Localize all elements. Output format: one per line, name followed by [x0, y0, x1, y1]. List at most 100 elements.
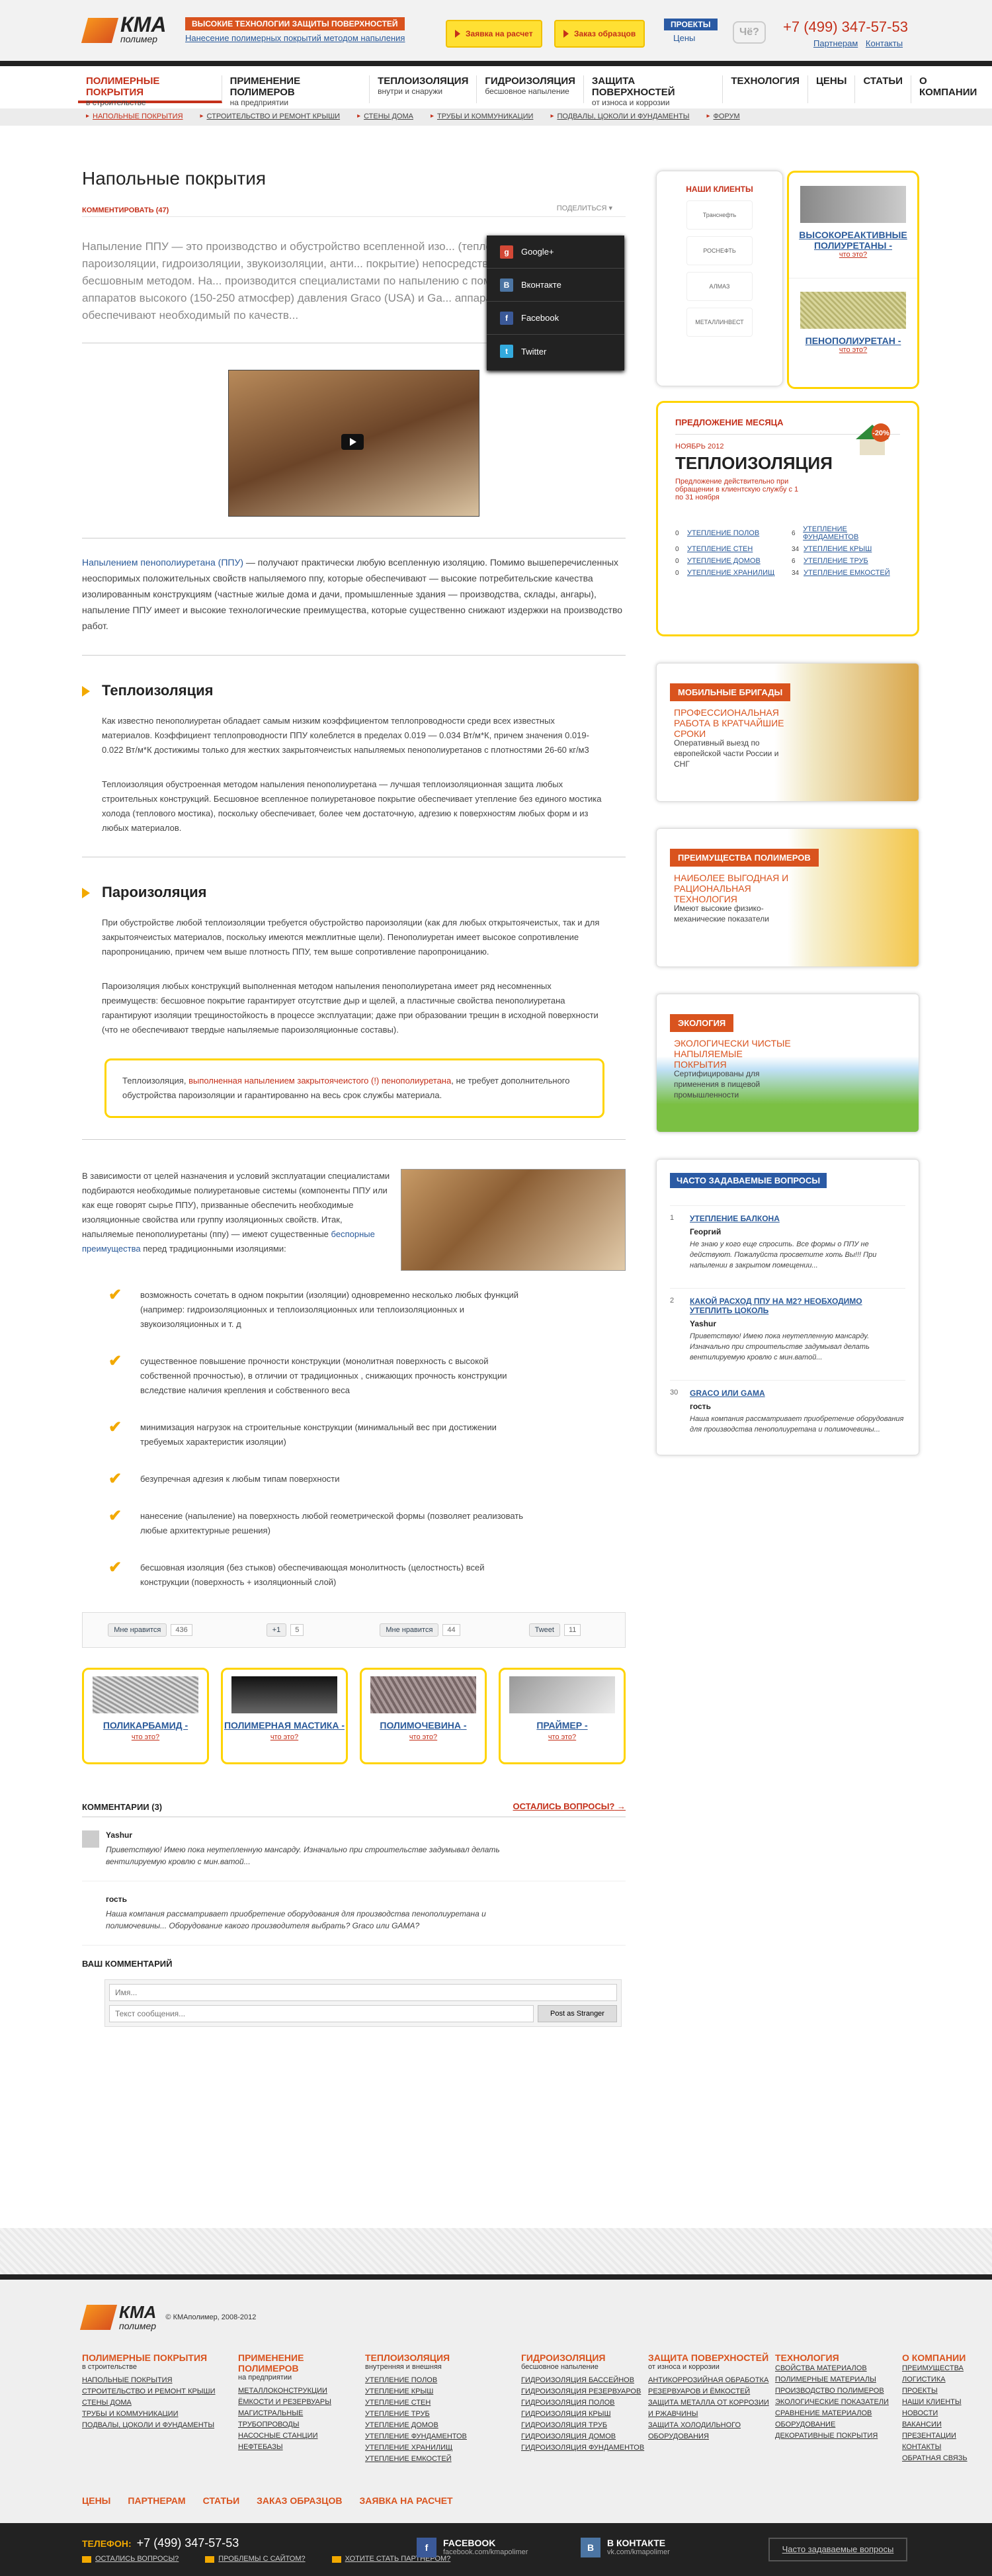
product-promo[interactable]: ВЫСОКОРЕАКТИВНЫЕ ПОЛИУРЕТАНЫ - что это? — [789, 173, 917, 279]
footer-link[interactable]: ПРОЕКТЫ — [902, 2385, 992, 2397]
offer-item[interactable]: 34 УТЕПЛЕНИЕ ЕМКОСТЕЙ — [792, 569, 900, 577]
offer-item-link[interactable]: УТЕПЛЕНИЕ ХРАНИЛИЩ — [687, 569, 774, 577]
product-name[interactable]: ПОЛИМОЧЕВИНА - — [362, 1720, 485, 1731]
what-is-it-link[interactable]: что это? — [84, 1733, 207, 1741]
product-card[interactable]: ПОЛИКАРБАМИД - что это? — [82, 1668, 209, 1764]
footer-main-link[interactable]: ЦЕНЫ — [82, 2495, 110, 2506]
product-name[interactable]: ПЕНОПОЛИУРЕТАН - — [789, 335, 917, 346]
social-button-label[interactable]: Мне нравится — [108, 1623, 167, 1637]
nav-item[interactable]: ЗАЩИТА ПОВЕРХНОСТЕЙ от износа и коррозии — [584, 75, 723, 107]
nav-item[interactable]: ГИДРОИЗОЛЯЦИЯ бесшовное напыление — [477, 75, 584, 103]
nav-item[interactable]: О КОМПАНИИ — [911, 75, 992, 103]
subnav-item[interactable]: СТРОИТЕЛЬСТВО И РЕМОНТ КРЫШИ — [200, 112, 341, 120]
footer-link[interactable]: ГИДРОИЗОЛЯЦИЯ ТРУБ — [521, 2420, 648, 2431]
footer-link[interactable]: СТРОИТЕЛЬСТВО И РЕМОНТ КРЫШИ — [82, 2386, 238, 2397]
footer-column-title[interactable]: О КОМПАНИИ — [902, 2352, 992, 2363]
footer-link[interactable]: УТЕПЛЕНИЕ ДОМОВ — [365, 2420, 521, 2431]
projects-link[interactable]: ПРОЕКТЫ — [664, 19, 718, 30]
offer-item-link[interactable]: УТЕПЛЕНИЕ ДОМОВ — [687, 557, 761, 565]
client-logo[interactable]: АЛМАЗ — [686, 272, 753, 301]
nav-item[interactable]: ЦЕНЫ — [808, 75, 856, 103]
logo[interactable]: КМА полимер — [81, 14, 166, 44]
faq-question-link[interactable]: GRACO ИЛИ GAMA — [690, 1389, 905, 1398]
facebook-link[interactable]: f FACEBOOK facebook.com/kmapolimer — [417, 2538, 528, 2557]
footer-link[interactable]: ПОДВАЛЫ, ЦОКОЛИ И ФУНДАМЕНТЫ — [82, 2420, 238, 2431]
client-logo[interactable]: РОСНЕФТЬ — [686, 236, 753, 265]
footer-column-title[interactable]: ПРИМЕНЕНИЕ ПОЛИМЕРОВ — [238, 2352, 365, 2374]
footer-link[interactable]: ГИДРОИЗОЛЯЦИЯ ФУНДАМЕНТОВ — [521, 2442, 648, 2454]
promo-banner[interactable]: ЭКОЛОГИЯ ЭКОЛОГИЧЕСКИ ЧИСТЫЕ НАПЫЛЯЕМЫЕ П… — [656, 994, 919, 1133]
product-name[interactable]: ПОЛИКАРБАМИД - — [84, 1720, 207, 1731]
share-vkontakte[interactable]: B Вконтакте — [487, 269, 624, 302]
product-card[interactable]: ПРАЙМЕР - что это? — [499, 1668, 626, 1764]
social-share-button[interactable]: +1 5 — [218, 1623, 352, 1637]
offer-item[interactable]: 0 УТЕПЛЕНИЕ ПОЛОВ — [675, 525, 784, 541]
footer-link[interactable]: АНТИКОРРОЗИЙНАЯ ОБРАБОТКА РЕЗЕРВУАРОВ И … — [648, 2375, 775, 2397]
name-input[interactable] — [109, 1984, 617, 2001]
social-button-label[interactable]: Мне нравится — [380, 1623, 439, 1637]
footer-link[interactable]: ВАКАНСИИ — [902, 2419, 992, 2430]
offer-item[interactable]: 0 УТЕПЛЕНИЕ ДОМОВ — [675, 557, 784, 565]
what-is-it-link[interactable]: что это? — [362, 1733, 485, 1741]
promo-banner[interactable]: МОБИЛЬНЫЕ БРИГАДЫ ПРОФЕССИОНАЛЬНАЯ РАБОТА… — [656, 663, 919, 802]
video-player[interactable] — [228, 370, 479, 517]
request-calculation-button[interactable]: Заявка на расчет — [446, 20, 542, 48]
footer-link[interactable]: КОНТАКТЫ — [902, 2442, 992, 2453]
footer-bar-link[interactable]: ОСТАЛИСЬ ВОПРОСЫ? — [82, 2555, 179, 2563]
footer-link[interactable]: ПРЕЗЕНТАЦИИ — [902, 2430, 992, 2442]
faq-question-link[interactable]: КАКОЙ РАСХОД ППУ НА М2? НЕОБХОДИМО УТЕПЛ… — [690, 1297, 905, 1315]
offer-item-link[interactable]: УТЕПЛЕНИЕ ФУНДАМЕНТОВ — [803, 525, 900, 541]
footer-link[interactable]: ОБРАТНАЯ СВЯЗЬ — [902, 2453, 992, 2464]
footer-link[interactable]: ЗАЩИТА ХОЛОДИЛЬНОГО ОБОРУДОВАНИЯ — [648, 2420, 775, 2442]
footer-logo[interactable]: КМА полимер © КМАполимер, 2008-2012 — [79, 2303, 256, 2331]
subnav-item[interactable]: ФОРУМ — [707, 112, 740, 120]
footer-link[interactable]: СВОЙСТВА МАТЕРИАЛОВ — [775, 2363, 902, 2374]
social-button-label[interactable]: +1 — [266, 1623, 287, 1637]
what-is-it-link[interactable]: что это? — [501, 1733, 624, 1741]
comment-link[interactable]: КОММЕНТИРОВАТЬ (47) — [82, 206, 169, 214]
social-share-button[interactable]: Tweet 11 — [487, 1623, 622, 1637]
footer-link[interactable]: УТЕПЛЕНИЕ ЕМКОСТЕЙ — [365, 2454, 521, 2465]
what-is-it-link[interactable]: что это? — [223, 1733, 346, 1741]
footer-link[interactable]: ЛОГИСТИКА — [902, 2374, 992, 2385]
offer-item[interactable]: 0 УТЕПЛЕНИЕ СТЕН — [675, 545, 784, 553]
footer-link[interactable]: МЕТАЛЛОКОНСТРУКЦИИ — [238, 2385, 365, 2397]
footer-column-title[interactable]: ТЕПЛОИЗОЛЯЦИЯ — [365, 2352, 521, 2363]
footer-link[interactable]: ПОЛИМЕРНЫЕ МАТЕРИАЛЫ — [775, 2374, 902, 2385]
offer-item-link[interactable]: УТЕПЛЕНИЕ КРЫШ — [804, 545, 872, 553]
product-name[interactable]: ПОЛИМЕРНАЯ МАСТИКА - — [223, 1720, 346, 1731]
product-name[interactable]: ВЫСОКОРЕАКТИВНЫЕ ПОЛИУРЕТАНЫ - — [789, 230, 917, 251]
offer-item-link[interactable]: УТЕПЛЕНИЕ ПОЛОВ — [687, 529, 759, 537]
footer-column-title[interactable]: ЗАЩИТА ПОВЕРХНОСТЕЙ — [648, 2352, 775, 2363]
footer-link[interactable]: НЕФТЕБАЗЫ — [238, 2442, 365, 2453]
footer-link[interactable]: УТЕПЛЕНИЕ ХРАНИЛИЩ — [365, 2442, 521, 2454]
client-logo[interactable]: МЕТАЛЛИНВЕСТ — [686, 308, 753, 337]
footer-link[interactable]: ЭКОЛОГИЧЕСКИЕ ПОКАЗАТЕЛИ — [775, 2397, 902, 2408]
footer-link[interactable]: СТЕНЫ ДОМА — [82, 2397, 238, 2409]
ppu-link[interactable]: Напылением пенополиуретана (ППУ) — [82, 557, 243, 568]
footer-link[interactable]: МАГИСТРАЛЬНЫЕ ТРУБОПРОВОДЫ — [238, 2408, 365, 2430]
contacts-link[interactable]: Контакты — [866, 38, 903, 48]
subnav-item[interactable]: ПОДВАЛЫ, ЦОКОЛИ И ФУНДАМЕНТЫ — [550, 112, 689, 120]
footer-link[interactable]: УТЕПЛЕНИЕ ТРУБ — [365, 2409, 521, 2420]
share-twitter[interactable]: t Twitter — [487, 335, 624, 368]
prices-link[interactable]: Цены — [664, 33, 718, 43]
nav-item[interactable]: ТЕПЛОИЗОЛЯЦИЯ внутри и снаружи — [370, 75, 477, 103]
slogan-link[interactable]: Нанесение полимерных покрытий методом на… — [185, 33, 405, 43]
footer-link[interactable]: ТРУБЫ И КОММУНИКАЦИИ — [82, 2409, 238, 2420]
order-samples-button[interactable]: Заказ образцов — [554, 20, 645, 48]
footer-link[interactable]: ЗАЩИТА МЕТАЛЛА ОТ КОРРОЗИИ И РЖАВЧИНЫ — [648, 2397, 775, 2420]
post-button[interactable]: Post as Stranger — [538, 2005, 617, 2022]
product-promo[interactable]: ПЕНОПОЛИУРЕТАН - что это? — [789, 279, 917, 384]
footer-link[interactable]: УТЕПЛЕНИЕ КРЫШ — [365, 2386, 521, 2397]
footer-link[interactable]: ОБОРУДОВАНИЕ — [775, 2419, 902, 2430]
footer-link[interactable]: НАСОСНЫЕ СТАНЦИИ — [238, 2430, 365, 2442]
footer-main-link[interactable]: ЗАКАЗ ОБРАЗЦОВ — [257, 2495, 342, 2506]
what-is-it-link[interactable]: что это? — [789, 251, 917, 259]
nav-item[interactable]: ПРИМЕНЕНИЕ ПОЛИМЕРОВ на предприятии — [222, 75, 370, 107]
footer-column-title[interactable]: ГИДРОИЗОЛЯЦИЯ — [521, 2352, 648, 2363]
social-share-button[interactable]: Мне нравится 436 — [83, 1623, 218, 1637]
footer-link[interactable]: СРАВНЕНИЕ МАТЕРИАЛОВ — [775, 2408, 902, 2419]
subnav-item[interactable]: ТРУБЫ И КОММУНИКАЦИИ — [431, 112, 533, 120]
offer-item-link[interactable]: УТЕПЛЕНИЕ СТЕН — [687, 545, 753, 553]
